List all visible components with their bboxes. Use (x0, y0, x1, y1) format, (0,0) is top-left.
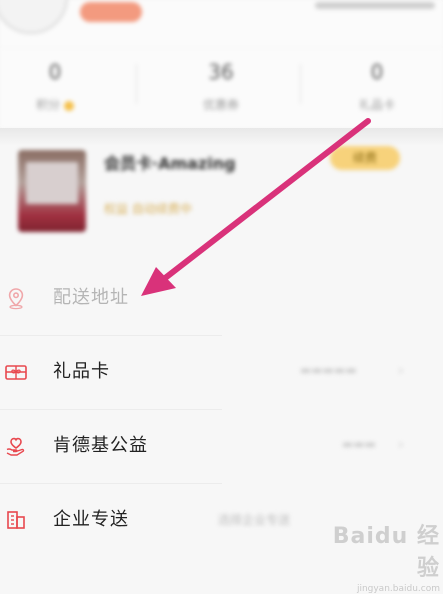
coin-icon (63, 100, 74, 111)
stat-points[interactable]: 0 积分 (0, 58, 110, 113)
stat-giftcards-label: 礼品卡 (358, 98, 395, 112)
menu-item-delivery-address[interactable]: 配送地址 (0, 262, 443, 336)
header-strip (0, 0, 443, 48)
avatar[interactable] (0, 0, 68, 34)
stat-points-label: 积分 (36, 98, 61, 112)
charity-hint: ▬▬▬ (342, 437, 377, 451)
menu-item-label: 企业专送 (53, 509, 129, 530)
member-level-badge[interactable] (80, 2, 142, 22)
stat-giftcards-value: 0 (370, 60, 384, 84)
stats-bar: 0 积分 36 优惠券 0 礼品卡 (0, 48, 443, 128)
member-card-title: 会员卡·Amazing (104, 154, 236, 173)
renew-button[interactable]: 续费 (330, 146, 400, 170)
menu-item-label: 礼品卡 (53, 361, 110, 382)
location-pin-icon (4, 286, 28, 310)
menu-item-label: 肯德基公益 (53, 435, 148, 456)
menu-item-kfc-charity[interactable]: 肯德基公益 ▬▬▬ › (0, 410, 443, 484)
stat-coupons[interactable]: 36 优惠券 (166, 58, 276, 113)
enterprise-building-icon (4, 508, 28, 532)
gift-card-hint: ▬▬▬▬▬ (300, 363, 357, 377)
stat-divider (136, 64, 137, 104)
member-card-image (18, 150, 86, 232)
stat-coupons-label: 优惠券 (202, 98, 239, 112)
member-card-subtitle: 权益 自动续费中 (104, 202, 192, 216)
gift-card-icon (4, 360, 28, 384)
menu-item-label: 配送地址 (53, 287, 129, 308)
stat-divider (300, 64, 301, 104)
header-placeholder (315, 2, 435, 9)
chevron-right-icon: › (398, 437, 404, 453)
member-card[interactable]: 会员卡·Amazing 权益 自动续费中 续费 (0, 140, 443, 245)
watermark-text: Baidu 经验 (332, 524, 440, 581)
service-menu: 配送地址 礼品卡 ▬▬▬▬▬ › 肯德基公益 ▬▬▬ › 企业专送 选择企业专送 (0, 262, 443, 558)
stat-points-value: 0 (48, 60, 62, 84)
chevron-right-icon: › (398, 363, 404, 379)
watermark: Baidu 经验 jingyan.baidu.com (330, 518, 440, 594)
watermark-url: jingyan.baidu.com (356, 584, 440, 594)
menu-item-gift-card[interactable]: 礼品卡 ▬▬▬▬▬ › (0, 336, 443, 410)
charity-heart-hand-icon (4, 434, 28, 458)
enterprise-hint: 选择企业专送 (218, 513, 291, 527)
stat-giftcards[interactable]: 0 礼品卡 (322, 58, 432, 113)
stat-coupons-value: 36 (208, 60, 234, 84)
